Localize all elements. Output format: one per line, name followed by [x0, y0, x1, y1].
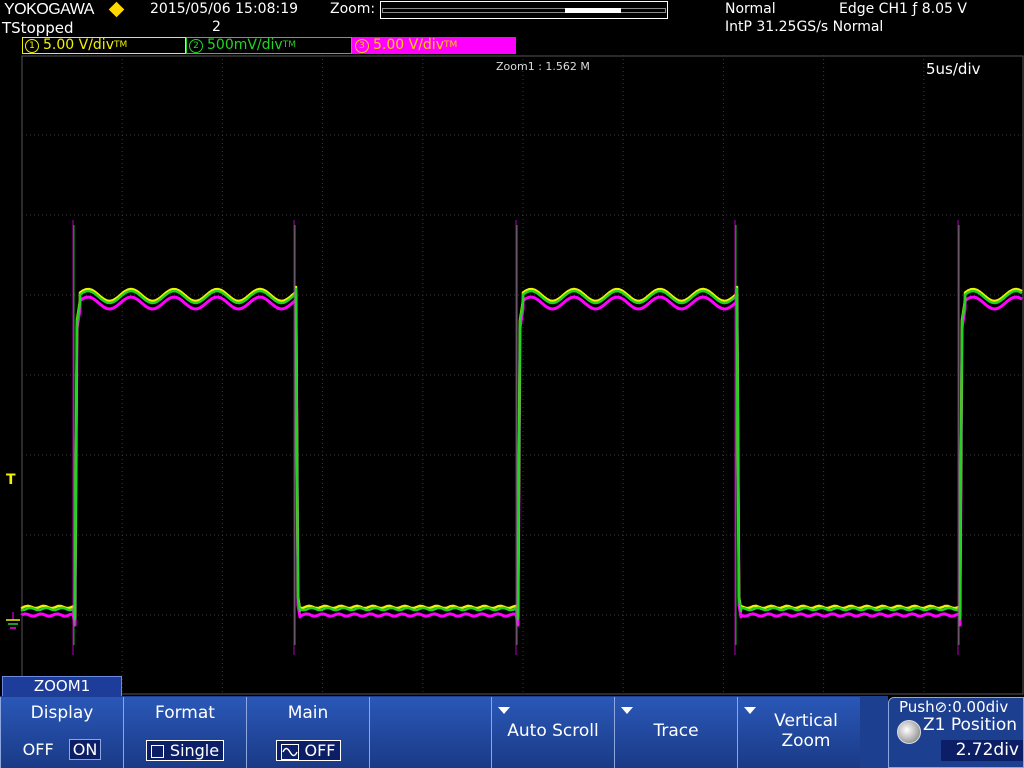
channel-number: 2: [189, 39, 203, 53]
acquisition-count: 2: [212, 19, 221, 35]
zoom-window-indicator: [565, 8, 621, 13]
zoom-info: Zoom1 : 1.562 M: [496, 60, 590, 73]
channel-scale-value: 500mV/div: [207, 37, 283, 53]
format-value-box: Single: [124, 740, 246, 761]
display-on-option: ON: [68, 739, 102, 760]
main-value-text: OFF: [304, 741, 336, 760]
auto-scroll-label: Auto Scroll: [507, 721, 599, 741]
z1-position-label: Z1 Position: [923, 715, 1018, 735]
channel-2-trace: [20, 287, 1023, 621]
format-value: Single: [145, 740, 225, 761]
waveform-display: [20, 55, 1024, 695]
channel-2-scale[interactable]: 2 500mV/divTM: [186, 37, 352, 54]
graticule: [21, 55, 1024, 695]
empty-softkey[interactable]: [369, 697, 491, 768]
waveform-traces: [20, 220, 1023, 655]
chevron-down-icon: [621, 707, 633, 714]
zoom1-tab[interactable]: ZOOM1: [2, 676, 122, 696]
display-label: Display: [30, 703, 94, 723]
zoom-bar-track: [382, 8, 666, 13]
channel-number: 1: [25, 39, 39, 53]
channel-coupling: TM: [443, 40, 458, 50]
display-off-option: OFF: [22, 740, 54, 759]
z1-position-panel[interactable]: Push⊘:0.00div Z1 Position 2.72div: [888, 697, 1024, 768]
knob-icon: [897, 720, 921, 744]
trigger-mode: Normal: [725, 1, 776, 17]
trace-label: Trace: [653, 721, 699, 741]
format-label: Format: [155, 703, 215, 723]
format-softkey[interactable]: Format Single: [123, 697, 246, 768]
display-toggle: OFF ON: [1, 739, 123, 760]
main-softkey[interactable]: Main OFF: [246, 697, 369, 768]
acquisition-status: TStopped: [2, 19, 74, 37]
time-per-division: 5us/div: [926, 60, 981, 78]
channel-1-trace: [20, 285, 1023, 619]
chevron-down-icon: [498, 707, 510, 714]
sample-rate: IntP 31.25GS/s Normal: [725, 19, 884, 35]
display-softkey[interactable]: Display OFF ON: [0, 697, 123, 768]
diamond-icon: [108, 1, 125, 18]
channel-scale-value: 5.00 V/div: [43, 37, 114, 53]
trace-softkey[interactable]: Trace: [614, 697, 737, 768]
sine-wave-icon: [280, 743, 299, 760]
push-reset-hint: Push⊘:0.00div: [899, 698, 1009, 716]
main-value-box: OFF: [247, 740, 369, 761]
ground-level-icon: [6, 612, 20, 629]
channel-1-scale[interactable]: 1 5.00 V/divTM: [22, 37, 186, 54]
vertical-zoom-softkey[interactable]: Vertical Zoom: [737, 697, 860, 768]
channel-3-scale[interactable]: 3 5.00 V/divTM: [352, 37, 516, 54]
main-label: Main: [287, 703, 329, 723]
channel-coupling: TM: [113, 40, 128, 50]
single-format-icon: [150, 745, 164, 758]
z1-position-value[interactable]: 2.72div: [941, 740, 1023, 761]
channel-3-trace: [20, 293, 1023, 627]
auto-scroll-softkey[interactable]: Auto Scroll: [491, 697, 614, 768]
trigger-source: Edge CH1 ƒ 8.05 V: [839, 1, 967, 17]
trigger-level-marker: T: [6, 472, 16, 488]
channel-coupling: TM: [282, 40, 296, 50]
datetime: 2015/05/06 15:08:19: [150, 1, 299, 17]
zoom-label: Zoom:: [330, 1, 376, 17]
channel-number: 3: [355, 39, 369, 53]
channel-scale-value: 5.00 V/div: [373, 37, 444, 53]
main-value: OFF: [275, 740, 341, 761]
zoom-position-bar[interactable]: [380, 1, 668, 19]
vertical-zoom-label: Vertical Zoom: [774, 711, 838, 751]
format-value-text: Single: [169, 741, 220, 760]
chevron-down-icon: [744, 707, 756, 714]
status-bar: YOKOGAWA TStopped 2015/05/06 15:08:19 2 …: [0, 0, 1024, 37]
brand-logo: YOKOGAWA: [4, 1, 94, 18]
